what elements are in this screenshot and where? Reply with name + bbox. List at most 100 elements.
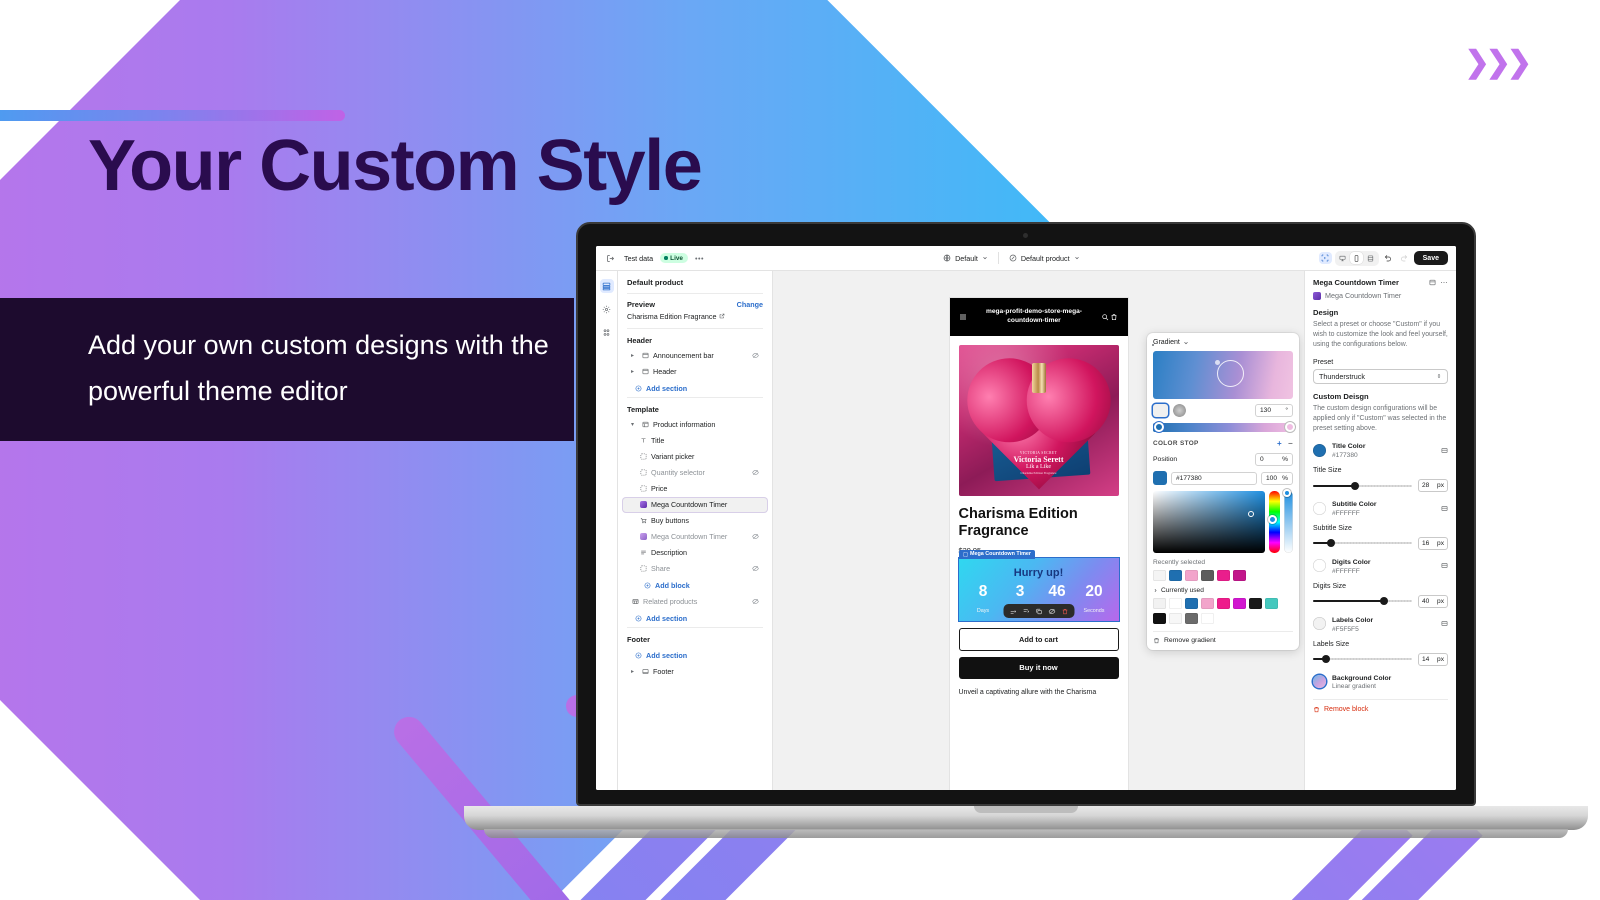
sidebar-block-description[interactable]: Description [622,545,768,561]
gradient-stops-bar[interactable] [1153,421,1295,432]
move-down-icon[interactable] [1022,608,1029,615]
hue-handle[interactable] [1268,514,1277,524]
desktop-icon[interactable] [1336,252,1349,264]
slider-track[interactable] [1313,597,1412,606]
color-mode-icon[interactable] [1441,620,1448,627]
sidebar-item-footer[interactable]: ▸ Footer [622,664,768,680]
color-swatch[interactable] [1153,613,1166,624]
add-block-button[interactable]: Add block [618,577,772,594]
sidebar-item-announcement-bar[interactable]: ▸ Announcement bar [622,348,768,364]
color-mode-icon[interactable] [1441,562,1448,569]
color-swatch[interactable] [1201,570,1214,581]
saturation-value-area[interactable] [1153,491,1265,553]
change-preview-button[interactable]: Change [737,300,763,309]
remove-gradient-button[interactable]: Remove gradient [1153,631,1293,644]
color-swatch[interactable] [1217,598,1230,609]
hide-icon[interactable] [1048,608,1055,615]
hidden-eye-icon[interactable] [752,565,759,572]
add-section-header-button[interactable]: Add section [618,380,772,397]
sidebar-block-quantity-selector[interactable]: Quantity selector [622,465,768,481]
color-swatch[interactable] [1185,598,1198,609]
fullscreen-icon[interactable] [1364,252,1377,264]
sidebar-item-settings[interactable] [600,302,614,316]
sidebar-item-product-information[interactable]: ▾ Product information [622,417,768,433]
color-swatch[interactable] [1153,598,1166,609]
slider-handle[interactable] [1380,597,1389,606]
add-section-template-button[interactable]: Add section [618,610,772,627]
preset-select[interactable]: Thunderstruck [1313,368,1448,384]
color-swatch[interactable] [1169,598,1182,609]
buy-it-now-button[interactable]: Buy it now [958,656,1119,679]
title-size-input[interactable]: 28 px [1418,479,1448,493]
hidden-eye-icon[interactable] [752,469,759,476]
mobile-icon[interactable] [1350,252,1364,264]
hidden-eye-icon[interactable] [752,533,759,540]
gradient-preview[interactable] [1153,351,1293,399]
slider-handle[interactable] [1350,481,1359,490]
sidebar-item-sections[interactable] [599,279,614,293]
select-tool-icon[interactable] [1318,252,1332,264]
slider-track[interactable] [1313,539,1412,548]
digits-color-row[interactable]: Digits Color #FFFFFF [1313,557,1448,575]
chevron-right-icon[interactable]: ▸ [631,352,637,359]
radial-mode-swatch[interactable] [1173,404,1186,417]
color-swatch[interactable] [1185,570,1198,581]
color-swatch[interactable] [1153,570,1166,581]
sidebar-block-mega-countdown-timer-hidden[interactable]: Mega Countdown Timer [622,529,768,545]
alpha-handle[interactable] [1283,489,1291,497]
hidden-eye-icon[interactable] [752,352,759,359]
labels-color-row[interactable]: Labels Color #F5F5F5 [1313,615,1448,633]
move-up-icon[interactable] [1009,608,1016,615]
sidebar-item-related-products[interactable]: Related products [622,594,768,610]
color-swatch[interactable] [1201,613,1214,624]
theme-selector[interactable]: Default [943,254,988,263]
sidebar-item-header[interactable]: ▸ Header [622,364,768,380]
device-toggle-group[interactable] [1334,250,1379,266]
digits-size-slider-row[interactable]: 40 px [1313,594,1448,608]
gradient-stop-handle[interactable] [1154,421,1164,432]
chevron-down-icon[interactable]: ▾ [631,421,637,428]
color-swatch[interactable] [1185,613,1198,624]
exit-icon[interactable] [604,252,617,265]
sidebar-block-mega-countdown-timer[interactable]: Mega Countdown Timer [622,496,768,513]
more-menu-button[interactable]: ••• [695,254,704,263]
chevron-right-icon[interactable]: ▸ [631,668,637,675]
color-picker-popover[interactable]: Gradient 130 ° COLOR STOP + − Position 0… [1147,333,1299,650]
picker-mode-selector[interactable]: Gradient [1153,339,1293,346]
solid-mode-swatch[interactable] [1153,404,1168,417]
color-swatch[interactable] [1233,598,1246,609]
title-color-row[interactable]: Title Color #177380 [1313,441,1448,459]
add-to-cart-button[interactable]: Add to cart [958,627,1119,651]
subtitle-color-row[interactable]: Subtitle Color #FFFFFF [1313,499,1448,517]
hue-slider[interactable] [1268,491,1280,553]
hex-input[interactable]: #177380 [1171,471,1257,485]
gradient-stop-handle[interactable] [1285,421,1295,432]
color-swatch[interactable] [1169,570,1182,581]
slider-track[interactable] [1313,655,1412,664]
background-color-row[interactable]: Background Color Linear gradient [1313,673,1448,690]
digits-size-input[interactable]: 40 px [1418,594,1448,608]
template-selector[interactable]: Default product [1009,254,1080,263]
gradient-swatch[interactable] [1313,675,1326,689]
currently-used-toggle[interactable]: Currently used [1153,587,1293,594]
sidebar-block-buy-buttons[interactable]: Buy buttons [622,513,768,529]
subtitle-size-slider-row[interactable]: 16 px [1313,536,1448,550]
save-button[interactable]: Save [1413,251,1448,265]
duplicate-icon[interactable] [1035,608,1042,615]
color-swatch[interactable] [1313,559,1326,573]
sidebar-block-price[interactable]: Price [622,481,768,497]
add-stop-button[interactable]: + [1277,439,1282,448]
color-mode-icon[interactable] [1441,505,1448,512]
slider-handle[interactable] [1326,539,1335,548]
delete-icon[interactable] [1061,608,1068,615]
hamburger-menu-icon[interactable] [959,313,968,322]
undo-icon[interactable] [1382,252,1395,265]
gradient-angle-handle[interactable] [1215,359,1245,387]
block-toolbar[interactable] [1003,604,1074,619]
hidden-eye-icon[interactable] [752,598,759,605]
sidebar-item-apps[interactable] [600,325,614,339]
chevron-right-icon[interactable]: ▸ [631,368,637,375]
title-size-slider-row[interactable]: 28 px [1313,479,1448,493]
gradient-angle-input[interactable]: 130 ° [1255,404,1293,417]
cart-icon[interactable] [1110,313,1119,322]
